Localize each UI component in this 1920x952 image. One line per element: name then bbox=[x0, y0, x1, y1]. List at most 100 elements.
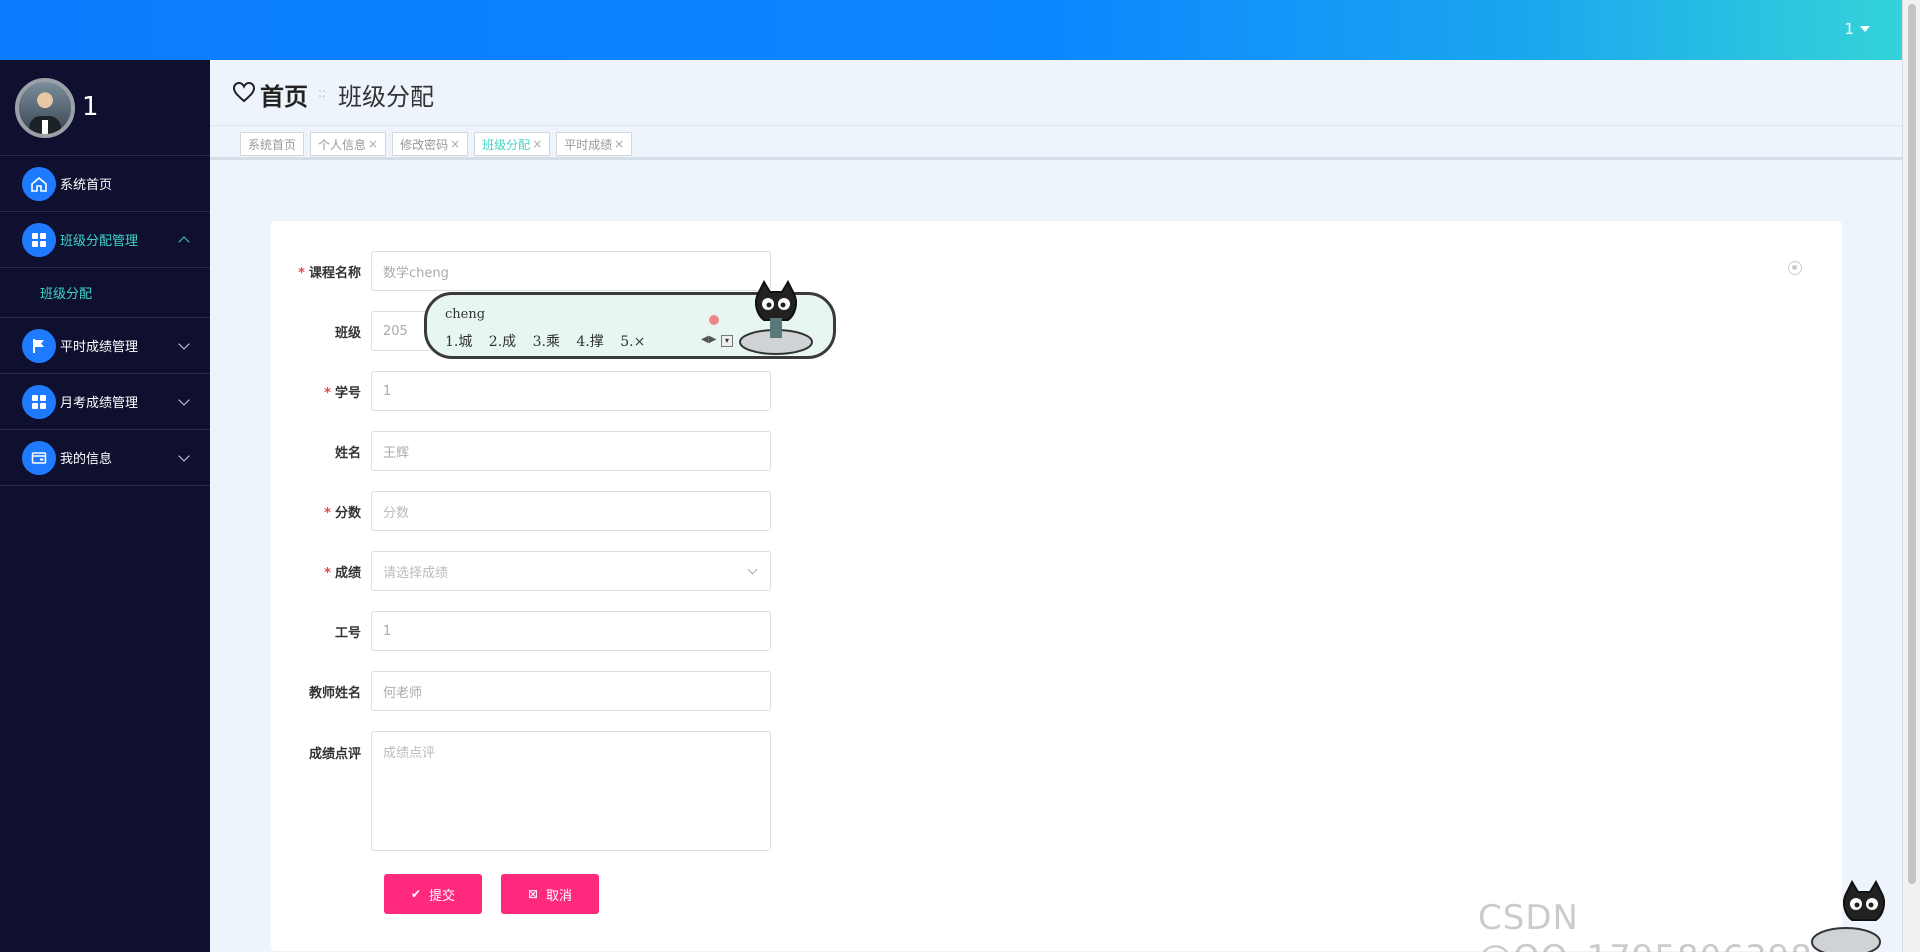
main-content: 首页 :: 班级分配 系统首页 个人信息 × 修改密码 × 班级分配 × 平时成绩 × … bbox=[210, 60, 1902, 952]
course-name-input[interactable]: 数学cheng bbox=[371, 251, 771, 291]
staff-id-row: 工号 1 bbox=[271, 611, 771, 651]
student-id-row: * 学号 1 bbox=[271, 371, 771, 411]
ime-page-arrows-icon[interactable]: ◀▶ bbox=[701, 334, 716, 345]
course-row: * 课程名称 数学cheng bbox=[271, 251, 771, 291]
sidebar-item-label: 班级分配管理 bbox=[60, 234, 139, 249]
score-input[interactable]: 分数 bbox=[371, 491, 771, 531]
profile: 1 bbox=[0, 60, 210, 156]
comment-row: 成绩点评 成绩点评 bbox=[271, 731, 771, 851]
close-icon[interactable]: × bbox=[450, 137, 460, 151]
sidebar-item-monthly-grades[interactable]: 月考成绩管理 bbox=[0, 374, 210, 430]
teacher-row: 教师姓名 何老师 bbox=[271, 671, 771, 711]
field-label: * 分数 bbox=[271, 502, 371, 521]
sidebar-item-home[interactable]: 系统首页 bbox=[0, 156, 210, 212]
id-card-icon bbox=[22, 440, 56, 475]
teacher-label: 教师姓名 bbox=[308, 685, 361, 701]
ime-candidates[interactable]: 1.城 2.成 3.乘 4.撑 5.× bbox=[445, 331, 645, 351]
breadcrumb-home[interactable]: 首页 bbox=[260, 77, 308, 112]
class-label: 班级 bbox=[334, 325, 361, 341]
tab-label: 班级分配 bbox=[482, 137, 531, 152]
submit-label: 提交 bbox=[429, 888, 456, 904]
cancel-label: 取消 bbox=[546, 888, 573, 904]
user-menu[interactable]: 1 bbox=[1844, 20, 1870, 38]
teacher-name-input[interactable]: 何老师 bbox=[371, 671, 771, 711]
chevron-down-icon bbox=[747, 564, 758, 575]
breadcrumb: 首页 :: 班级分配 bbox=[210, 60, 1902, 126]
submit-button[interactable]: ✔ 提交 bbox=[384, 874, 482, 914]
user-menu-label: 1 bbox=[1844, 20, 1854, 38]
close-icon[interactable]: × bbox=[614, 137, 624, 151]
grid-icon bbox=[22, 384, 56, 419]
tab-system-home[interactable]: 系统首页 bbox=[240, 132, 305, 156]
watermark: CSDN @QQ_1795806398 bbox=[1478, 898, 1812, 952]
sidebar-item-label: 平时成绩管理 bbox=[60, 340, 139, 355]
tab-label: 平时成绩 bbox=[564, 137, 613, 152]
ime-logo-icon bbox=[709, 315, 719, 325]
name-row: 姓名 王辉 bbox=[271, 431, 771, 471]
breadcrumb-separator: :: bbox=[318, 86, 327, 100]
tab-label: 修改密码 bbox=[400, 137, 449, 152]
chevron-down-icon bbox=[178, 338, 190, 350]
sidebar: 1 系统首页 班级分配管理 班级分配 平时成绩管理 月考成绩管理 我的信息 bbox=[0, 60, 210, 952]
tab-label: 个人信息 bbox=[318, 137, 367, 152]
cancel-button[interactable]: ⊠ 取消 bbox=[501, 874, 599, 914]
staff-id-label: 工号 bbox=[334, 625, 361, 641]
grade-select[interactable]: 请选择成绩 bbox=[371, 551, 771, 591]
student-id-input[interactable]: 1 bbox=[371, 371, 771, 411]
page-title: 班级分配 bbox=[338, 83, 434, 111]
sidebar-item-label: 月考成绩管理 bbox=[60, 396, 139, 411]
name-label: 姓名 bbox=[334, 445, 361, 461]
close-icon[interactable]: × bbox=[368, 137, 378, 151]
tab-change-password[interactable]: 修改密码 × bbox=[392, 132, 469, 156]
required-mark: * bbox=[324, 565, 331, 581]
score-row: * 分数 分数 bbox=[271, 491, 771, 531]
tab-class-assignment[interactable]: 班级分配 × bbox=[474, 132, 551, 156]
sidebar-item-label: 系统首页 bbox=[60, 178, 113, 193]
grade-label: 成绩 bbox=[334, 565, 361, 581]
chevron-down-icon bbox=[178, 394, 190, 406]
close-box-icon: ⊠ bbox=[527, 887, 539, 901]
field-label: * 学号 bbox=[271, 382, 371, 401]
vertical-scrollbar[interactable] bbox=[1902, 0, 1920, 952]
grade-row: * 成绩 请选择成绩 bbox=[271, 551, 771, 591]
check-icon: ✔ bbox=[410, 887, 422, 901]
comment-label: 成绩点评 bbox=[308, 747, 361, 762]
close-icon[interactable]: × bbox=[532, 137, 542, 151]
tab-label: 系统首页 bbox=[248, 137, 297, 152]
required-mark: * bbox=[324, 385, 331, 401]
chevron-up-icon bbox=[178, 236, 190, 248]
sidebar-item-label: 我的信息 bbox=[60, 452, 113, 467]
tab-regular-grades[interactable]: 平时成绩 × bbox=[556, 132, 633, 156]
field-label: * 课程名称 bbox=[271, 262, 371, 281]
caret-down-icon bbox=[1860, 26, 1870, 32]
name-input[interactable]: 王辉 bbox=[371, 431, 771, 471]
ime-cat-mascot-icon bbox=[739, 280, 813, 355]
required-mark: * bbox=[324, 505, 331, 521]
staff-id-input[interactable]: 1 bbox=[371, 611, 771, 651]
heart-icon bbox=[232, 80, 256, 104]
tab-bar: 系统首页 个人信息 × 修改密码 × 班级分配 × 平时成绩 × bbox=[210, 126, 1902, 160]
top-header: 1 bbox=[0, 0, 1902, 60]
avatar bbox=[15, 78, 75, 138]
sidebar-item-regular-grades[interactable]: 平时成绩管理 bbox=[0, 318, 210, 374]
grade-select-placeholder: 请选择成绩 bbox=[383, 565, 449, 581]
sidebar-item-class-assignment-management[interactable]: 班级分配管理 bbox=[0, 212, 210, 268]
required-mark: * bbox=[298, 265, 305, 281]
field-label: * 成绩 bbox=[271, 562, 371, 581]
sidebar-subitem-class-assignment[interactable]: 班级分配 bbox=[0, 268, 210, 318]
flag-icon bbox=[22, 328, 56, 363]
comment-textarea[interactable]: 成绩点评 bbox=[371, 731, 771, 851]
grid-icon bbox=[22, 222, 56, 257]
chevron-down-icon bbox=[178, 450, 190, 462]
record-icon bbox=[1788, 261, 1802, 275]
profile-name: 1 bbox=[82, 92, 99, 122]
sidebar-item-my-info[interactable]: 我的信息 bbox=[0, 430, 210, 486]
ime-expand-icon[interactable]: ▾ bbox=[721, 335, 733, 347]
tab-personal-info[interactable]: 个人信息 × bbox=[310, 132, 387, 156]
home-icon bbox=[22, 166, 56, 201]
student-id-label: 学号 bbox=[334, 385, 361, 401]
ime-composition: cheng bbox=[445, 307, 486, 322]
score-label: 分数 bbox=[334, 505, 361, 521]
scrollbar-thumb[interactable] bbox=[1908, 4, 1916, 884]
course-label: 课程名称 bbox=[308, 265, 361, 281]
